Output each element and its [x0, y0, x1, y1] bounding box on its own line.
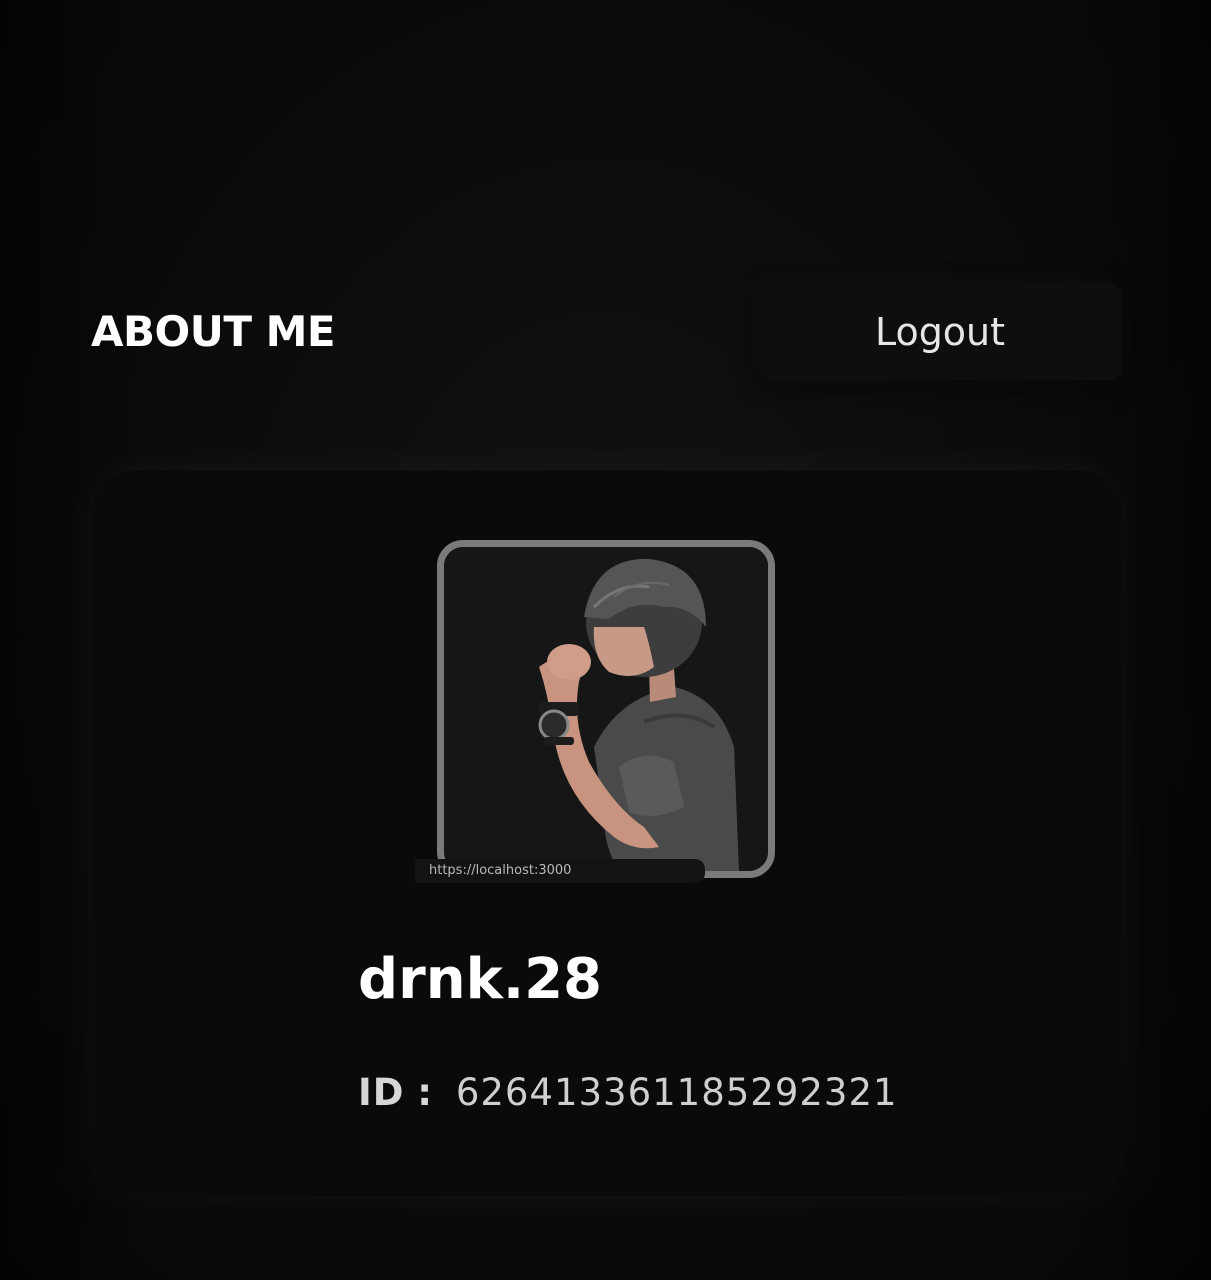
about-page: ABOUT ME Logout https://localhost:3000 d…	[0, 0, 1211, 1280]
user-id-row: ID : 626413361185292321	[358, 1068, 898, 1118]
status-url-tooltip: https://localhost:3000	[415, 859, 705, 883]
avatar	[437, 540, 775, 878]
logout-button[interactable]: Logout	[758, 283, 1122, 380]
profile-card: https://localhost:3000 drnk.28 ID : 6264…	[91, 470, 1122, 1196]
page-title: ABOUT ME	[91, 307, 336, 356]
user-id-value: 626413361185292321	[455, 1071, 898, 1114]
user-id-separator: :	[417, 1071, 434, 1114]
user-id-label: ID	[358, 1071, 405, 1114]
username: drnk.28	[358, 947, 603, 1012]
profile-photo-icon	[444, 547, 768, 871]
